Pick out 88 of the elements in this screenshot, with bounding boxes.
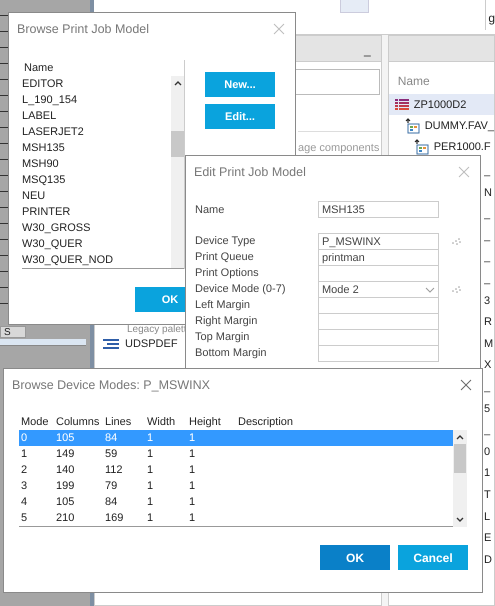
document-icon — [404, 118, 420, 134]
list-item[interactable]: W30_QUER — [22, 236, 171, 252]
tree-item[interactable]: L — [484, 506, 495, 528]
column-header: Lines — [105, 415, 132, 430]
window-title: Edit Print Job Model — [194, 165, 306, 179]
minimize-button[interactable]: _ — [364, 45, 381, 61]
scrollbar-thumb[interactable] — [171, 131, 184, 157]
tree-item[interactable]: _ — [484, 268, 495, 291]
input-field[interactable]: MSH135 — [318, 201, 439, 218]
tree-item[interactable]: 1 — [484, 463, 495, 485]
close-icon — [458, 166, 470, 178]
tree-item[interactable]: ZP1000D2 — [388, 94, 494, 115]
column-header: Columns — [56, 415, 100, 430]
field-label: Print Options — [195, 266, 260, 281]
table-row[interactable]: 4 105 84 1 1 — [19, 494, 453, 510]
tree-item[interactable]: _ — [484, 161, 495, 183]
tab[interactable] — [340, 0, 370, 13]
input-field[interactable]: P_MSWINX — [318, 233, 439, 250]
list-item[interactable]: W30_QUER_NOD — [22, 252, 171, 268]
tree-item[interactable]: _ — [484, 204, 495, 226]
input-field[interactable] — [318, 297, 439, 314]
dropdown[interactable]: Mode 2 — [318, 281, 439, 298]
tree-item[interactable]: X — [484, 355, 495, 377]
list-item[interactable]: L_190_154 — [22, 92, 171, 108]
column-header: Height — [189, 415, 222, 430]
chevron-up-icon — [172, 79, 182, 88]
list-item[interactable]: W30_GROSS — [22, 220, 171, 236]
panel-label: S — [0, 326, 26, 338]
tree-item[interactable]: _ — [484, 420, 495, 442]
table-row[interactable]: 3 199 79 1 1 — [19, 478, 453, 494]
field-label: Right Margin — [195, 314, 258, 329]
window-title: Browse Print Job Model — [17, 22, 150, 36]
chevron-down-icon — [455, 515, 465, 524]
tree-item[interactable]: _ — [484, 226, 495, 248]
ok-button[interactable]: OK — [320, 545, 390, 570]
tab[interactable]: g — [485, 0, 495, 30]
field-label: Bottom Margin — [195, 346, 268, 361]
list-item[interactable]: MSH90 — [22, 156, 171, 172]
lines-icon — [103, 338, 119, 350]
tree-item[interactable]: D — [484, 550, 495, 572]
tree-item[interactable]: 0 — [484, 442, 495, 464]
column-header: Name — [23, 61, 54, 76]
field-label: Print Queue — [195, 250, 255, 265]
close-icon — [273, 23, 285, 35]
tree-item[interactable]: 3 — [484, 290, 495, 312]
tree-item[interactable]: M — [484, 334, 495, 356]
tree-item[interactable]: R — [484, 312, 495, 334]
list-item[interactable]: NEU — [22, 188, 171, 204]
column-header: Width — [147, 415, 176, 430]
chevron-down-icon — [425, 286, 435, 294]
section-text: age components — [298, 131, 381, 154]
list-item[interactable]: MSH135 — [22, 140, 171, 156]
chevron-up-icon — [455, 433, 465, 442]
column-header: Description — [238, 415, 294, 430]
scrollbar[interactable] — [453, 430, 467, 527]
list-item[interactable]: EDITOR — [22, 76, 171, 92]
table-row[interactable]: 1 149 59 1 1 — [19, 446, 453, 462]
tree-item[interactable]: _ — [484, 247, 495, 269]
list-item[interactable]: PRINTER — [22, 204, 171, 220]
window-title: Browse Device Modes: P_MSWINX — [12, 378, 210, 392]
scrollbar-thumb[interactable] — [454, 444, 466, 473]
column-header: Name — [396, 73, 431, 90]
tree-item[interactable]: T — [484, 484, 495, 506]
tree-item[interactable]: PER1000.F — [388, 136, 494, 157]
input-field[interactable] — [318, 265, 439, 282]
input-field[interactable] — [318, 329, 439, 346]
table-row[interactable]: 5 210 169 1 1 — [19, 510, 453, 526]
tree-item[interactable]: 5 — [484, 398, 495, 420]
field-label: Top Margin — [195, 330, 250, 345]
tree-item[interactable]: N — [484, 182, 495, 204]
close-button[interactable] — [460, 379, 472, 391]
input-field[interactable] — [318, 313, 439, 330]
list-item[interactable]: MSQ135 — [22, 172, 171, 188]
palette-item[interactable]: UDSPDEF — [125, 338, 178, 350]
input-field[interactable] — [318, 345, 439, 362]
field-label: Name — [195, 202, 226, 218]
input-field[interactable]: printman — [318, 249, 439, 266]
list-icon — [394, 98, 409, 110]
column-header: Mode — [21, 415, 50, 430]
table-row[interactable]: 2 140 112 1 1 — [19, 462, 453, 478]
list-item[interactable]: LASERJET2 — [22, 124, 171, 140]
close-icon — [460, 379, 472, 391]
scrollbar[interactable] — [171, 76, 184, 268]
field-label: Device Type — [195, 234, 256, 249]
tree-item[interactable]: E — [484, 528, 495, 550]
tree-item[interactable]: DUMMY.FAV_ — [388, 115, 494, 136]
list-item[interactable]: LABEL — [22, 108, 171, 124]
tree-item[interactable]: _ — [484, 376, 495, 399]
